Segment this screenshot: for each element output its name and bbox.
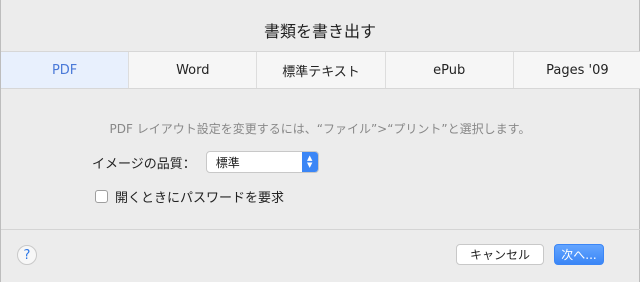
export-dialog: 書類を書き出す PDF Word 標準テキスト ePub Pages '09 P… (0, 0, 640, 282)
pdf-layout-note: PDF レイアウト設定を変更するには、“ファイル”>“プリント”と選択します。 (109, 122, 531, 136)
cancel-button[interactable]: キャンセル (456, 244, 544, 265)
tab-word[interactable]: Word (129, 52, 258, 88)
format-tabs: PDF Word 標準テキスト ePub Pages '09 (1, 51, 640, 89)
dialog-title: 書類を書き出す (263, 22, 376, 41)
password-option-row: 開くときにパスワードを要求 (95, 187, 284, 206)
password-checkbox[interactable] (95, 190, 108, 203)
next-button[interactable]: 次へ... (554, 244, 604, 265)
tab-pages-09[interactable]: Pages '09 (514, 52, 640, 88)
tab-epub[interactable]: ePub (386, 52, 514, 88)
password-checkbox-label: 開くときにパスワードを要求 (115, 191, 285, 206)
image-quality-value: 標準 (215, 155, 240, 170)
image-quality-row: イメージの品質： 標準 ▲ ▼ (92, 151, 319, 173)
help-button[interactable]: ? (17, 245, 37, 265)
footer-divider (1, 229, 640, 230)
select-stepper-icon: ▲ ▼ (301, 152, 318, 172)
tab-pdf[interactable]: PDF (1, 52, 130, 88)
help-icon: ? (23, 247, 31, 263)
tab-plain-text[interactable]: 標準テキスト (257, 52, 386, 88)
image-quality-label: イメージの品質： (92, 156, 196, 172)
image-quality-select[interactable]: 標準 ▲ ▼ (205, 151, 319, 173)
